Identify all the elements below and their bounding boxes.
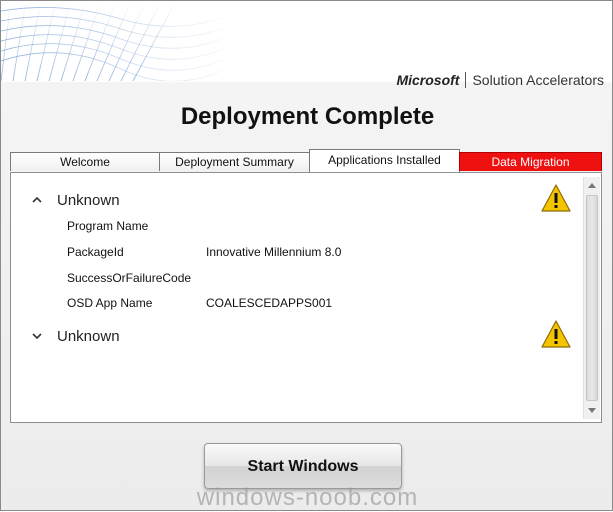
tab-data-migration[interactable]: Data Migration	[459, 152, 602, 171]
app-group-title: Unknown	[57, 327, 120, 345]
arrow-up-icon	[588, 183, 596, 188]
product-name: Solution Accelerators	[472, 72, 604, 88]
microsoft-solution-accelerators-logo: Microsoft Solution Accelerators	[396, 72, 604, 88]
applications-list: Unknown Program Name PackageId Innovativ…	[13, 184, 583, 421]
tab-deployment-summary[interactable]: Deployment Summary	[159, 152, 310, 171]
tab-applications-installed[interactable]: Applications Installed	[309, 149, 460, 172]
field-label-program-name: Program Name	[67, 219, 149, 233]
tab-welcome[interactable]: Welcome	[10, 152, 160, 171]
deployment-window: Microsoft Solution Accelerators Deployme…	[0, 0, 613, 511]
field-value-osd-app-name: COALESCEDAPPS001	[206, 296, 333, 310]
arrow-down-icon	[588, 408, 596, 413]
chevron-down-icon	[32, 333, 42, 340]
decorative-mesh-graphic	[1, 1, 241, 81]
app-group-header[interactable]: Unknown	[13, 324, 120, 348]
field-label-package-id: PackageId	[67, 245, 124, 259]
field-label-osd-app-name: OSD App Name	[67, 296, 153, 310]
field-label-success-or-failure-code: SuccessOrFailureCode	[67, 271, 192, 285]
watermark-text: windows-noob.com	[196, 484, 419, 511]
chevron-up-icon	[32, 196, 42, 203]
field-value-package-id: Innovative Millennium 8.0	[206, 245, 342, 259]
vertical-scrollbar[interactable]	[583, 177, 600, 419]
scroll-up-button[interactable]	[584, 177, 600, 193]
scroll-down-button[interactable]	[584, 403, 600, 419]
app-group-title: Unknown	[57, 191, 120, 209]
scrollbar-thumb[interactable]	[586, 195, 598, 401]
brand-divider	[465, 72, 467, 88]
app-group-header[interactable]: Unknown	[13, 188, 120, 212]
start-windows-button[interactable]: Start Windows	[204, 443, 402, 489]
warning-icon	[541, 320, 571, 348]
page-title: Deployment Complete	[180, 103, 435, 130]
microsoft-wordmark: Microsoft	[396, 72, 460, 88]
warning-icon	[541, 184, 571, 212]
